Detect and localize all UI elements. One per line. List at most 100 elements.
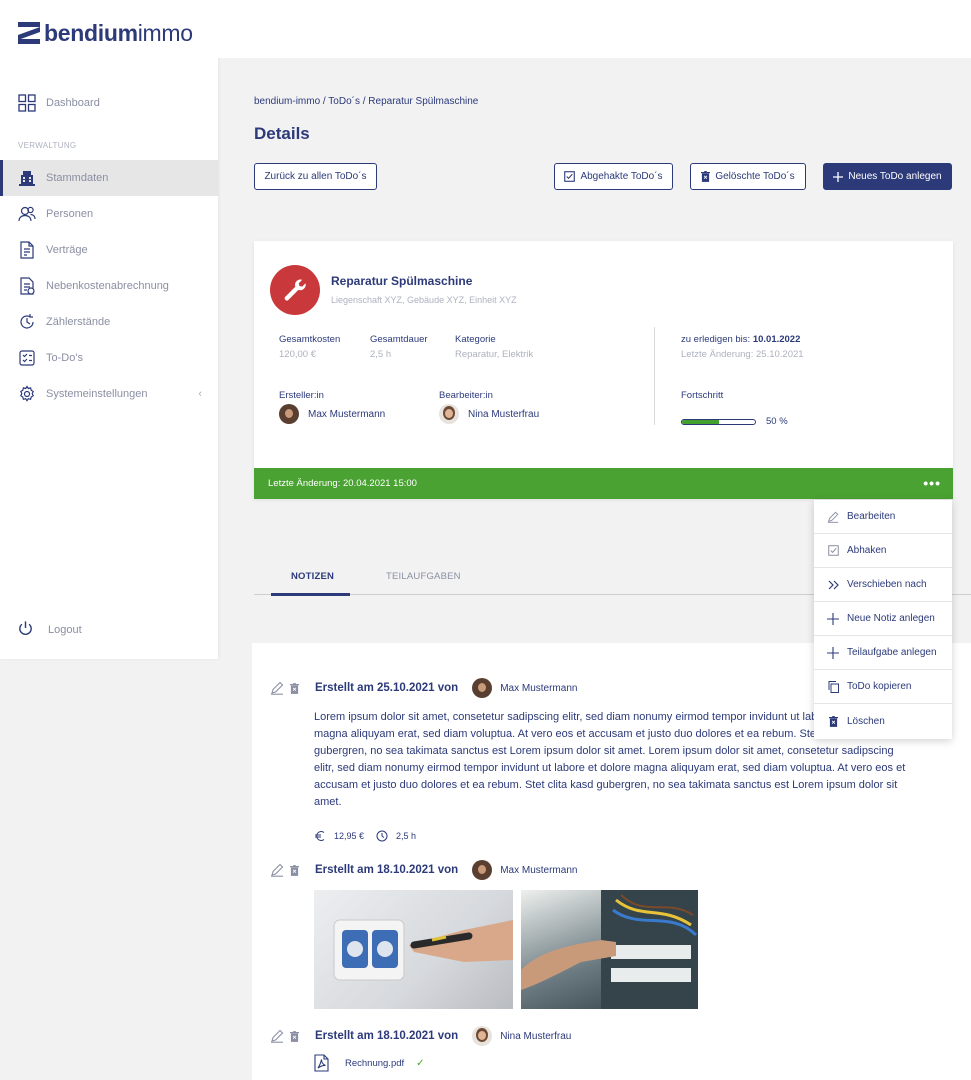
button-label: Gelöschte ToDo´s bbox=[715, 171, 795, 182]
vertical-divider bbox=[654, 327, 655, 425]
sidebar-collapse-icon[interactable]: ‹ bbox=[198, 388, 202, 400]
menu-item-label: ToDo kopieren bbox=[847, 681, 912, 692]
meter-icon bbox=[17, 312, 37, 332]
page-title: Details bbox=[254, 124, 310, 143]
attachment[interactable]: Rechnung.pdf ✓ bbox=[314, 1054, 425, 1072]
sidebar-item-zaehlerstaende[interactable]: Zählerstände bbox=[0, 304, 218, 340]
due-date-prefix: zu erledigen bis: bbox=[681, 334, 753, 345]
photo-socket-repair[interactable] bbox=[314, 890, 513, 1009]
trash-icon[interactable] bbox=[290, 1030, 299, 1042]
euro-icon bbox=[314, 830, 326, 842]
wrench-icon bbox=[270, 265, 320, 315]
menu-item-abhaken[interactable]: Abhaken bbox=[814, 534, 952, 568]
category-label: Kategorie bbox=[455, 334, 496, 345]
breadcrumb[interactable]: bendium-immo / ToDo´s / Reparatur Spülma… bbox=[254, 96, 478, 107]
menu-item-label: Verschieben nach bbox=[847, 579, 927, 590]
gear-icon bbox=[17, 384, 37, 404]
logout-button[interactable]: Logout bbox=[17, 620, 82, 640]
note-author[interactable]: Nina Musterfrau bbox=[500, 1031, 571, 1042]
menu-item-teilaufgabe[interactable]: Teilaufgabe anlegen bbox=[814, 636, 952, 670]
sidebar-item-systemeinstellungen[interactable]: Systemeinstellungen ‹ bbox=[0, 376, 218, 412]
sidebar-item-label: Systemeinstellungen bbox=[46, 388, 148, 400]
new-todo-button[interactable]: Neues ToDo anlegen bbox=[823, 163, 952, 190]
pdf-icon bbox=[314, 1054, 329, 1072]
avatar bbox=[472, 678, 493, 698]
note-meta: 12,95 € 2,5 h bbox=[314, 830, 416, 842]
power-icon bbox=[17, 620, 34, 640]
more-options-icon[interactable]: ••• bbox=[923, 476, 941, 490]
note-title: Erstellt am 25.10.2021 von bbox=[315, 682, 459, 694]
progress-label: Fortschritt bbox=[681, 390, 724, 401]
back-to-todos-button[interactable]: Zurück zu allen ToDo´s bbox=[254, 163, 377, 190]
note-header: Erstellt am 25.10.2021 von Max Musterman… bbox=[270, 678, 577, 698]
note-author[interactable]: Max Mustermann bbox=[500, 865, 577, 876]
tab-teilaufgaben[interactable]: TEILAUFGABEN bbox=[386, 571, 461, 582]
trash-icon[interactable] bbox=[290, 864, 299, 876]
editor-label: Bearbeiter:in bbox=[439, 390, 493, 401]
creator-name: Max Mustermann bbox=[308, 408, 386, 420]
clock-icon bbox=[376, 830, 388, 842]
footer-last-change: Letzte Änderung: 20.04.2021 15:00 bbox=[268, 478, 417, 489]
note-author[interactable]: Max Mustermann bbox=[500, 683, 577, 694]
menu-item-kopieren[interactable]: ToDo kopieren bbox=[814, 670, 952, 704]
logout-label: Logout bbox=[48, 624, 82, 636]
billing-icon bbox=[17, 276, 37, 296]
tab-notizen[interactable]: NOTIZEN bbox=[270, 571, 351, 596]
sidebar-item-vertraege[interactable]: Verträge bbox=[0, 232, 218, 268]
photo-fuse-box[interactable] bbox=[521, 890, 698, 1009]
trash-icon bbox=[826, 715, 840, 727]
trash-icon[interactable] bbox=[290, 682, 299, 694]
pencil-icon[interactable] bbox=[270, 1029, 284, 1043]
avatar bbox=[472, 860, 493, 880]
todo-actions-menu: Bearbeiten Abhaken Verschieben nach Neue… bbox=[814, 500, 952, 739]
sidebar-item-label: Personen bbox=[46, 208, 94, 220]
contract-icon bbox=[17, 240, 37, 260]
menu-item-verschieben[interactable]: Verschieben nach bbox=[814, 568, 952, 602]
button-label: Abgehakte ToDo´s bbox=[580, 171, 663, 182]
logo-mark-icon bbox=[18, 22, 40, 44]
deleted-todos-button[interactable]: Gelöschte ToDo´s bbox=[690, 163, 806, 190]
note-title: Erstellt am 18.10.2021 von bbox=[315, 864, 459, 876]
sidebar-item-label: Nebenkostenabrechnung bbox=[46, 280, 169, 292]
sidebar-item-personen[interactable]: Personen bbox=[0, 196, 218, 232]
sidebar-item-label: To-Do's bbox=[46, 352, 83, 364]
menu-item-label: Abhaken bbox=[847, 545, 887, 556]
sidebar-item-nebenkosten[interactable]: Nebenkostenabrechnung bbox=[0, 268, 218, 304]
due-date: zu erledigen bis: 10.01.2022 bbox=[681, 334, 800, 345]
card-footer: Letzte Änderung: 20.04.2021 15:00 ••• bbox=[254, 468, 953, 499]
pencil-icon[interactable] bbox=[270, 681, 284, 695]
menu-item-label: Neue Notiz anlegen bbox=[847, 613, 935, 624]
brand-logo[interactable]: bendium immo bbox=[18, 18, 193, 48]
checked-todos-button[interactable]: Abgehakte ToDo´s bbox=[554, 163, 673, 190]
avatar bbox=[279, 404, 299, 424]
sidebar-item-todos[interactable]: To-Do's bbox=[0, 340, 218, 376]
brand-name-bold: bendium bbox=[44, 19, 138, 46]
building-icon bbox=[17, 168, 37, 188]
editor[interactable]: Nina Musterfrau bbox=[439, 404, 539, 424]
duration-value: 2,5 h bbox=[370, 349, 392, 360]
editor-name: Nina Musterfrau bbox=[468, 408, 540, 420]
menu-item-loeschen[interactable]: Löschen bbox=[814, 704, 952, 738]
sidebar-item-dashboard[interactable]: Dashboard bbox=[0, 85, 218, 121]
top-bar bbox=[218, 0, 971, 58]
menu-item-label: Bearbeiten bbox=[847, 511, 896, 522]
plus-icon bbox=[826, 646, 840, 659]
sidebar-item-stammdaten[interactable]: Stammdaten bbox=[0, 160, 218, 196]
menu-item-neue-notiz[interactable]: Neue Notiz anlegen bbox=[814, 602, 952, 636]
pencil-icon[interactable] bbox=[270, 863, 284, 877]
plus-icon bbox=[826, 612, 840, 625]
menu-item-bearbeiten[interactable]: Bearbeiten bbox=[814, 500, 952, 534]
note-time: 2,5 h bbox=[396, 831, 417, 841]
attachment-filename[interactable]: Rechnung.pdf bbox=[345, 1058, 404, 1069]
avatar bbox=[439, 404, 459, 424]
creator-label: Ersteller:in bbox=[279, 390, 324, 401]
sidebar-item-label: Stammdaten bbox=[46, 172, 109, 184]
note-header: Erstellt am 18.10.2021 von Max Musterman… bbox=[270, 860, 577, 880]
todo-icon bbox=[17, 348, 37, 368]
menu-item-label: Löschen bbox=[847, 715, 885, 727]
creator[interactable]: Max Mustermann bbox=[279, 404, 385, 424]
avatar bbox=[472, 1026, 493, 1046]
progress-bar: 50 % bbox=[681, 416, 788, 427]
people-icon bbox=[17, 204, 37, 224]
copy-icon bbox=[826, 680, 840, 693]
